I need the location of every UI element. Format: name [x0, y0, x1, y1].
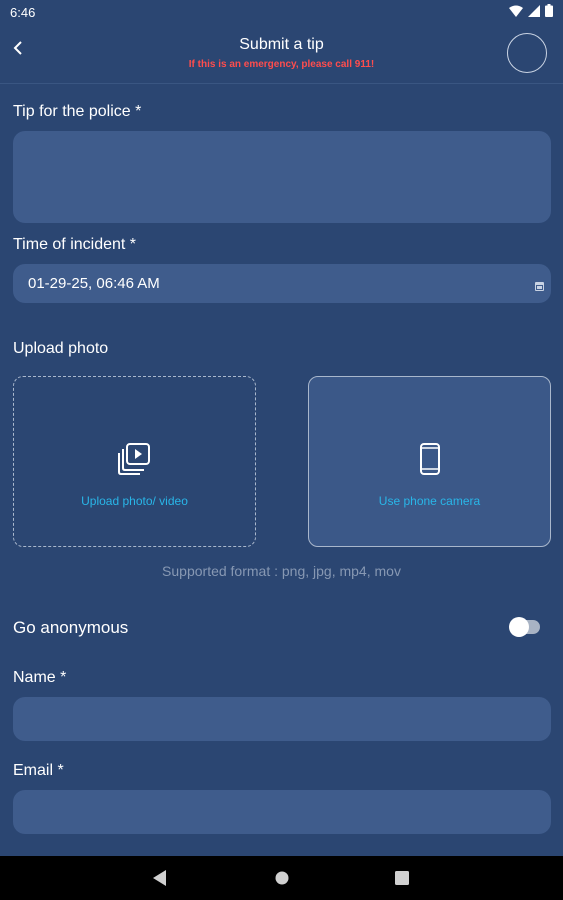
email-label: Email *: [13, 762, 64, 779]
anonymous-label: Go anonymous: [13, 618, 129, 637]
nav-home-icon[interactable]: [275, 871, 289, 890]
email-input[interactable]: [13, 790, 551, 834]
time-input[interactable]: 01-29-25, 06:46 AM: [13, 264, 551, 303]
emergency-notice: If this is an emergency, please call 911…: [188, 59, 375, 70]
tip-input[interactable]: [13, 131, 551, 223]
app-header: Submit a tip If this is an emergency, pl…: [0, 24, 563, 84]
time-label: Time of incident *: [13, 236, 137, 253]
signal-icon: [528, 4, 540, 20]
system-nav-bar: [0, 856, 563, 900]
use-camera-label: Use phone camera: [378, 494, 481, 508]
name-input[interactable]: [13, 697, 551, 741]
phone-icon: [419, 443, 440, 480]
status-bar: 6:46: [0, 0, 563, 24]
upload-media-button[interactable]: Upload photo/ video: [13, 376, 256, 547]
tip-label: Tip for the police *: [13, 103, 142, 120]
page-title: Submit a tip: [239, 36, 324, 53]
nav-back-icon[interactable]: [153, 870, 167, 891]
battery-icon: [545, 4, 553, 20]
supported-formats: Supported format : png, jpg, mp4, mov: [162, 563, 401, 579]
use-camera-button[interactable]: Use phone camera: [308, 376, 551, 547]
name-label: Name *: [13, 669, 67, 686]
status-icons: [509, 4, 553, 20]
toggle-knob: [509, 617, 529, 637]
calendar-icon[interactable]: [535, 278, 544, 296]
upload-label: Upload photo: [13, 340, 109, 357]
nav-recents-icon[interactable]: [395, 871, 409, 890]
media-upload-icon: [117, 443, 152, 480]
time-value: 01-29-25, 06:46 AM: [28, 275, 160, 292]
wifi-icon: [509, 5, 523, 20]
anonymous-toggle[interactable]: [509, 617, 540, 637]
avatar[interactable]: [507, 33, 547, 73]
upload-media-label: Upload photo/ video: [81, 494, 188, 508]
status-time: 6:46: [10, 4, 36, 20]
